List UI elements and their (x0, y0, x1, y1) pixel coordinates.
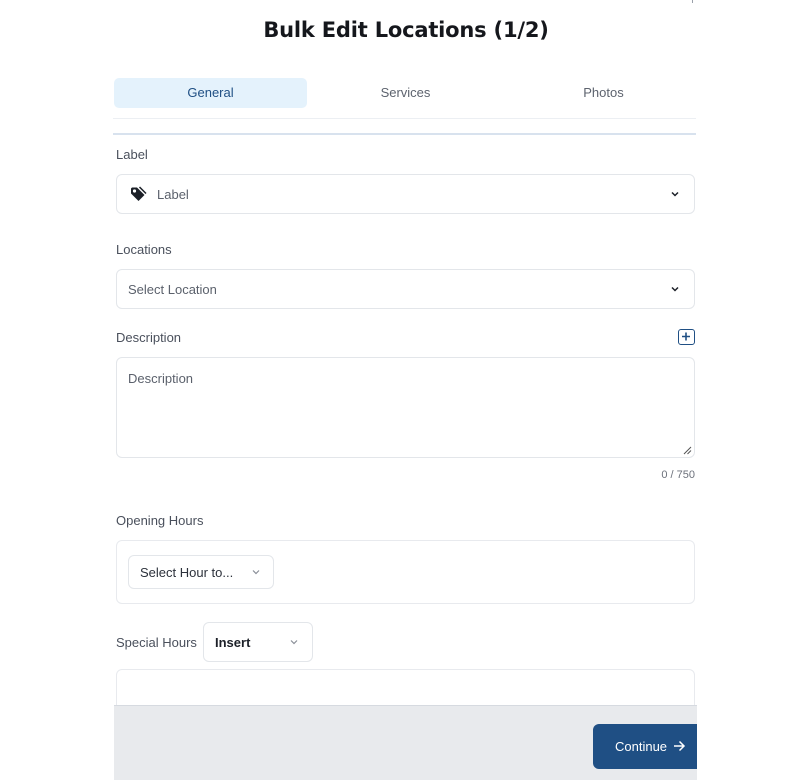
resize-handle-icon[interactable] (683, 446, 692, 455)
special-hours-select[interactable]: Insert (203, 622, 313, 662)
tab-bar: General Services Photos (113, 78, 696, 108)
description-textarea[interactable]: Description (116, 357, 695, 458)
character-counter: 0 / 750 (661, 469, 695, 481)
label-select-value: Label (157, 187, 189, 202)
tab-divider-light (113, 118, 696, 119)
opening-hours-label: Opening Hours (116, 513, 204, 528)
continue-button-label: Continue (615, 739, 668, 754)
location-select-placeholder: Select Location (128, 282, 217, 297)
tab-photos[interactable]: Photos (507, 78, 700, 108)
locations-field-label: Locations (116, 242, 172, 257)
label-field-label: Label (116, 147, 148, 162)
plus-square-icon (682, 332, 690, 341)
continue-button[interactable]: Continue (593, 724, 697, 769)
corner-mark (692, 0, 695, 3)
chevron-down-icon (290, 640, 298, 645)
opening-hours-panel: Select Hour to... (116, 540, 695, 604)
add-description-button[interactable] (678, 329, 695, 345)
tab-divider (113, 133, 696, 135)
label-select[interactable]: Label (116, 174, 695, 214)
tab-general[interactable]: General (114, 78, 307, 108)
opening-hour-select[interactable]: Select Hour to... (128, 555, 274, 589)
tab-services[interactable]: Services (309, 78, 502, 108)
chevron-down-icon (671, 286, 679, 292)
special-hours-label: Special Hours (116, 635, 197, 650)
chevron-down-icon (671, 191, 679, 197)
tag-icon (129, 185, 147, 203)
arrow-right-icon (674, 740, 686, 752)
description-placeholder: Description (128, 371, 194, 386)
special-hours-select-value: Insert (215, 635, 251, 650)
location-select[interactable]: Select Location (116, 269, 695, 309)
description-field-label: Description (116, 330, 182, 345)
chevron-down-icon (252, 570, 260, 575)
page-title: Bulk Edit Locations (1/2) (263, 18, 549, 42)
opening-hour-select-value: Select Hour to... (140, 565, 234, 580)
